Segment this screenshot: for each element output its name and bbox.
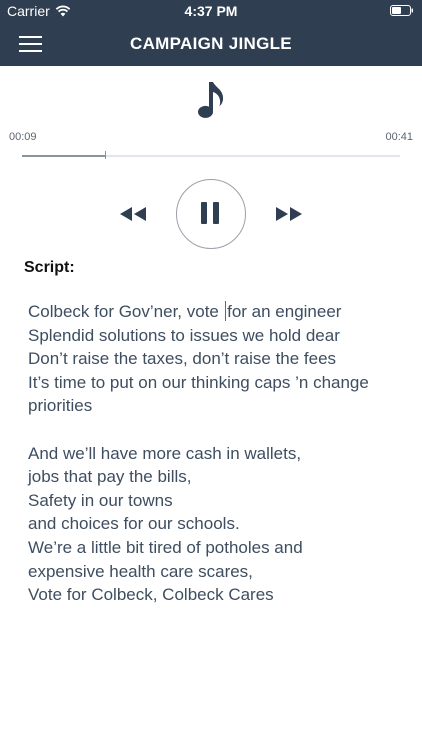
script-line: Don’t raise the taxes, don’t raise the f…: [28, 349, 337, 369]
script-line: Colbeck for Gov’ner, vote for an enginee…: [28, 300, 404, 324]
header: Carrier 4:37 PM CAMPAIGN JINGLE: [0, 0, 422, 66]
progress-handle[interactable]: [105, 151, 107, 159]
script-line: and choices for our schools.: [28, 514, 240, 534]
progress-slider[interactable]: [22, 151, 400, 159]
page-title: CAMPAIGN JINGLE: [130, 34, 292, 53]
text-cursor: [224, 301, 227, 321]
rewind-button[interactable]: [116, 200, 150, 228]
navigation-bar: CAMPAIGN JINGLE: [0, 22, 422, 66]
pause-icon: [200, 201, 219, 224]
pause-button[interactable]: [176, 179, 246, 249]
progress-fill: [22, 155, 106, 157]
stanza-break: [28, 418, 404, 442]
script-text-area[interactable]: Colbeck for Gov’ner, vote for an enginee…: [28, 300, 404, 607]
rewind-icon: [120, 207, 146, 221]
total-duration: 00:41: [385, 131, 413, 143]
elapsed-time: 00:09: [9, 131, 37, 143]
battery-icon: [390, 5, 413, 16]
script-line: And we’ll have more cash in wallets,: [28, 443, 302, 463]
script-line: priorities: [28, 396, 93, 416]
music-note-icon: [198, 82, 224, 118]
fast-forward-button[interactable]: [272, 200, 306, 228]
script-line-text: for an engineer: [227, 302, 342, 321]
script-line: Vote for Colbeck, Colbeck Cares: [28, 585, 274, 605]
script-line-text: Colbeck for Gov’ner, vote: [28, 302, 224, 321]
status-bar: Carrier 4:37 PM: [0, 0, 422, 22]
script-line: Safety in our towns: [28, 490, 173, 510]
script-line: It’s time to put on our thinking caps ’n…: [28, 372, 369, 392]
status-time: 4:37 PM: [184, 3, 238, 19]
script-line: expensive health care scares,: [28, 561, 253, 581]
script-line: Splendid solutions to issues we hold dea…: [28, 325, 340, 345]
fast-forward-icon: [276, 207, 302, 221]
script-heading: Script:: [24, 259, 75, 276]
app-screen: Carrier 4:37 PM CAMPAIGN JINGLE 00:09 00…: [0, 0, 422, 750]
script-line: We’re a little bit tired of potholes and: [28, 537, 303, 557]
script-line: jobs that pay the bills,: [28, 467, 192, 487]
